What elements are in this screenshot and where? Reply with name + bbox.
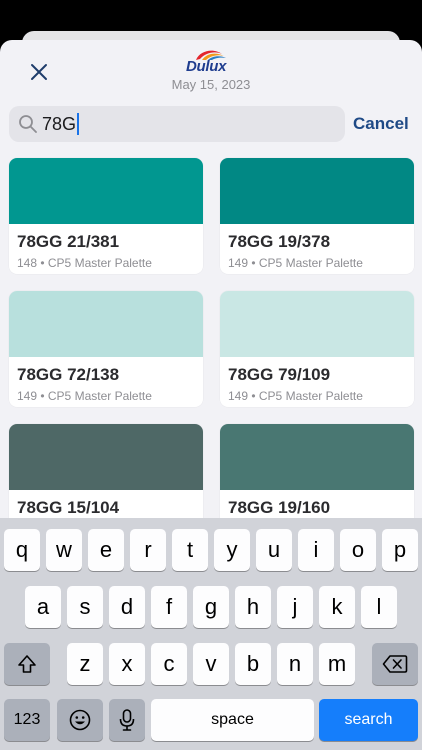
on-screen-keyboard: q w e r t y u i o p a s d f g h j k l z … — [0, 518, 422, 750]
key-i[interactable]: i — [298, 529, 334, 571]
search-icon — [19, 115, 37, 133]
color-swatch — [220, 291, 414, 357]
key-b[interactable]: b — [235, 643, 271, 685]
key-n[interactable]: n — [277, 643, 313, 685]
key-e[interactable]: e — [88, 529, 124, 571]
emoji-key[interactable] — [57, 699, 103, 741]
backspace-key[interactable] — [372, 643, 418, 685]
color-meta: 148 • CP5 Master Palette — [17, 256, 152, 270]
key-s[interactable]: s — [67, 586, 103, 628]
color-name: 78GG 15/104 — [17, 498, 120, 517]
color-meta: 149 • CP5 Master Palette — [228, 256, 363, 270]
shift-icon — [18, 655, 36, 673]
search-input[interactable]: 78G — [9, 106, 345, 142]
color-swatch — [9, 291, 203, 357]
color-name: 78GG 79/109 — [228, 365, 331, 384]
key-k[interactable]: k — [319, 586, 355, 628]
key-o[interactable]: o — [340, 529, 376, 571]
key-y[interactable]: y — [214, 529, 250, 571]
color-swatch — [220, 158, 414, 224]
color-results-grid: 78GG 21/381 148 • CP5 Master Palette 78G… — [9, 158, 414, 540]
color-card[interactable]: 78GG 19/378 149 • CP5 Master Palette — [220, 158, 414, 274]
color-name: 78GG 19/160 — [228, 498, 331, 517]
delete-icon — [382, 655, 408, 673]
cancel-button[interactable]: Cancel — [353, 114, 409, 134]
search-query: 78G — [42, 113, 77, 134]
key-d[interactable]: d — [109, 586, 145, 628]
key-x[interactable]: x — [109, 643, 145, 685]
text-cursor — [77, 113, 80, 135]
color-meta: 149 • CP5 Master Palette — [228, 389, 363, 403]
key-z[interactable]: z — [67, 643, 103, 685]
color-swatch — [220, 424, 414, 490]
key-a[interactable]: a — [25, 586, 61, 628]
key-l[interactable]: l — [361, 586, 397, 628]
dictation-key[interactable] — [109, 699, 145, 741]
key-p[interactable]: p — [382, 529, 418, 571]
search-key[interactable]: search — [319, 699, 418, 741]
microphone-icon — [119, 709, 135, 731]
palette-date: May 15, 2023 — [171, 77, 251, 92]
key-f[interactable]: f — [151, 586, 187, 628]
key-r[interactable]: r — [130, 529, 166, 571]
color-name: 78GG 72/138 — [17, 365, 120, 384]
dulux-logo: Dulux — [180, 48, 242, 76]
key-j[interactable]: j — [277, 586, 313, 628]
space-key[interactable]: space — [151, 699, 314, 741]
key-t[interactable]: t — [172, 529, 208, 571]
emoji-icon — [69, 709, 91, 731]
color-card[interactable]: 78GG 72/138 149 • CP5 Master Palette — [9, 291, 203, 407]
key-c[interactable]: c — [151, 643, 187, 685]
color-swatch — [9, 158, 203, 224]
key-q[interactable]: q — [4, 529, 40, 571]
key-w[interactable]: w — [46, 529, 82, 571]
color-meta: 149 • CP5 Master Palette — [17, 389, 152, 403]
color-card[interactable]: 78GG 79/109 149 • CP5 Master Palette — [220, 291, 414, 407]
key-g[interactable]: g — [193, 586, 229, 628]
brand-wordmark: Dulux — [186, 58, 227, 75]
key-v[interactable]: v — [193, 643, 229, 685]
key-m[interactable]: m — [319, 643, 355, 685]
color-swatch — [9, 424, 203, 490]
key-u[interactable]: u — [256, 529, 292, 571]
shift-key[interactable] — [4, 643, 50, 685]
color-name: 78GG 19/378 — [228, 232, 331, 251]
color-card[interactable]: 78GG 21/381 148 • CP5 Master Palette — [9, 158, 203, 274]
color-name: 78GG 21/381 — [17, 232, 120, 251]
numbers-key[interactable]: 123 — [4, 699, 50, 741]
key-h[interactable]: h — [235, 586, 271, 628]
